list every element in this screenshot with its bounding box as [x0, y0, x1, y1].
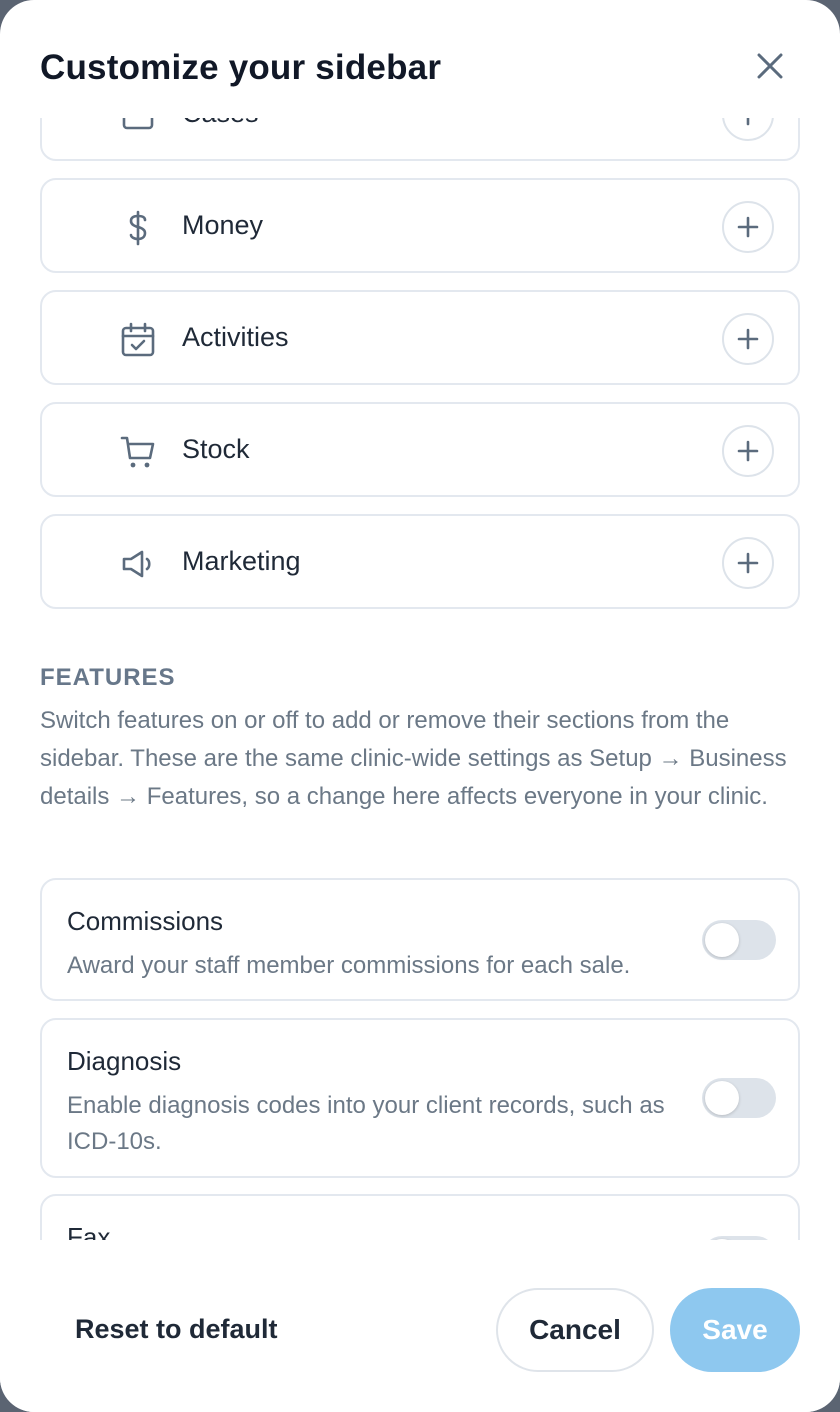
- feature-title: Fax: [67, 1222, 111, 1240]
- sidebar-item-label: Marketing: [182, 546, 301, 576]
- save-button[interactable]: Save: [670, 1288, 800, 1372]
- commissions-toggle[interactable]: [702, 920, 776, 960]
- feature-title: Commissions: [67, 906, 224, 936]
- plus-icon: [737, 440, 759, 462]
- toggle-knob: [705, 923, 739, 957]
- modal-title: Customize your sidebar: [40, 48, 442, 87]
- sidebar-item-marketing[interactable]: Marketing: [40, 514, 800, 609]
- plus-icon: [737, 216, 759, 238]
- sidebar-item-activities[interactable]: Activities: [40, 290, 800, 385]
- modal-scroll-area[interactable]: Cases Money Activities: [0, 118, 840, 1240]
- plus-icon: [737, 552, 759, 574]
- cart-icon: [120, 436, 155, 468]
- customize-sidebar-modal: Customize your sidebar Cases Money: [0, 0, 840, 1412]
- features-heading: FEATURES: [40, 664, 176, 691]
- close-button[interactable]: [748, 44, 792, 88]
- reset-to-default-button[interactable]: Reset to default: [75, 1314, 278, 1345]
- plus-icon: [737, 328, 759, 350]
- feature-title: Diagnosis: [67, 1046, 182, 1076]
- add-stock-button[interactable]: [722, 425, 774, 477]
- toggle-knob: [705, 1081, 739, 1115]
- add-activities-button[interactable]: [722, 313, 774, 365]
- sidebar-item-money[interactable]: Money: [40, 178, 800, 273]
- plus-icon: [746, 118, 750, 126]
- feature-card-commissions: Commissions Award your staff member comm…: [40, 878, 800, 1001]
- modal-footer: Reset to default Cancel Save: [0, 1240, 840, 1412]
- megaphone-icon: [122, 550, 151, 578]
- sidebar-item-label: Stock: [182, 434, 250, 464]
- feature-description: Enable diagnosis codes into your client …: [67, 1092, 665, 1155]
- features-description: Switch features on or off to add or remo…: [40, 707, 787, 810]
- sidebar-item-cases[interactable]: Cases: [40, 118, 800, 161]
- close-icon: [757, 53, 783, 79]
- feature-description: Award your staff member commissions for …: [67, 952, 631, 979]
- add-money-button[interactable]: [722, 201, 774, 253]
- cancel-button[interactable]: Cancel: [496, 1288, 654, 1372]
- diagnosis-toggle[interactable]: [702, 1078, 776, 1118]
- feature-card-fax: Fax: [40, 1194, 800, 1240]
- feature-card-diagnosis: Diagnosis Enable diagnosis codes into yo…: [40, 1018, 800, 1178]
- add-cases-button[interactable]: [722, 118, 774, 141]
- add-marketing-button[interactable]: [722, 537, 774, 589]
- calendar-check-icon: [121, 322, 155, 357]
- sidebar-item-label: Activities: [182, 322, 289, 352]
- sidebar-item-label: Money: [182, 210, 264, 240]
- sidebar-item-stock[interactable]: Stock: [40, 402, 800, 497]
- dollar-icon: [129, 210, 147, 246]
- sidebar-item-label: Cases: [182, 118, 259, 129]
- folder-icon: [122, 118, 154, 130]
